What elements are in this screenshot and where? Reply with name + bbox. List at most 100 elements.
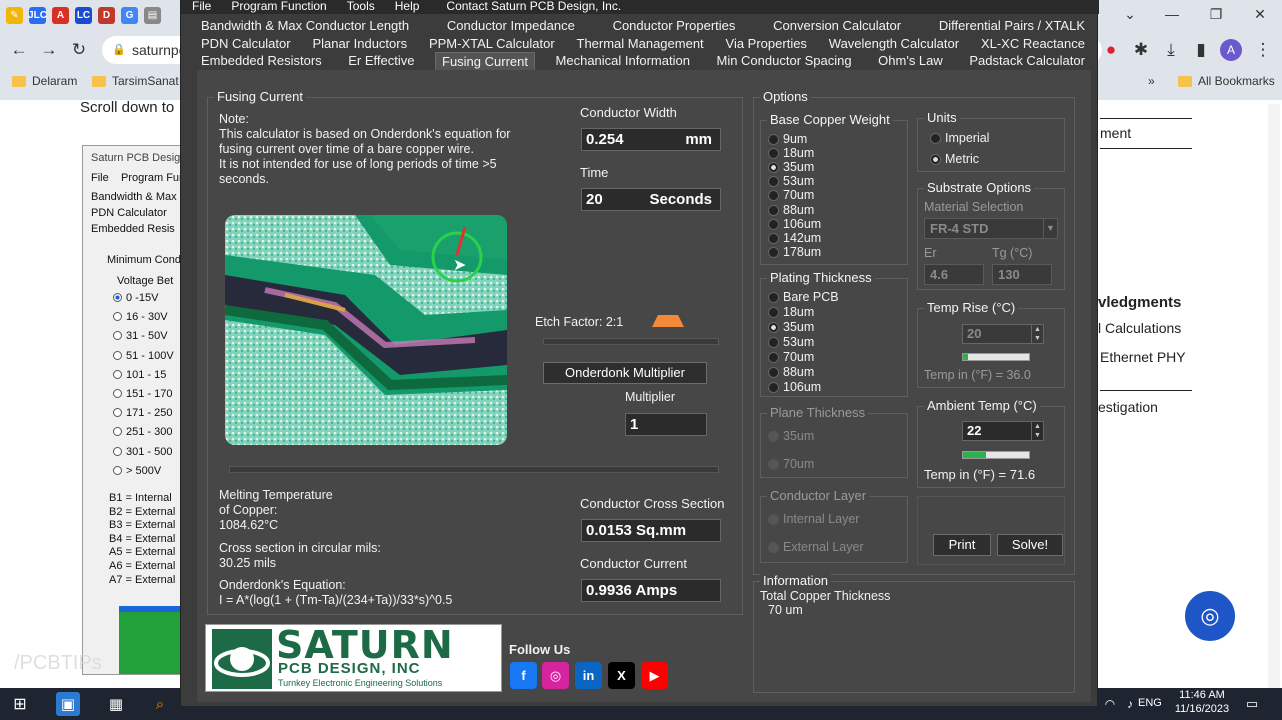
print-button[interactable]: Print xyxy=(933,534,991,556)
plating-radio-bare-pcb[interactable]: Bare PCB xyxy=(768,290,839,304)
tab-search-icon[interactable]: ⌄ xyxy=(1108,0,1152,28)
puzzle-icon[interactable]: ✱ xyxy=(1130,39,1152,61)
plane-70um-radio[interactable]: 70um xyxy=(768,457,814,471)
tab-planar-inductors[interactable]: Planar Inductors xyxy=(306,35,413,53)
menu-tools[interactable]: Tools xyxy=(336,0,384,14)
plating-radio-88um[interactable]: 88um xyxy=(768,365,814,379)
tab-xl-xc-reactance[interactable]: XL-XC Reactance xyxy=(975,35,1091,53)
favicon-tab[interactable]: JLC xyxy=(28,6,47,24)
clock-date[interactable]: 11/16/2023 xyxy=(1170,703,1234,715)
x-icon[interactable]: X xyxy=(608,662,635,689)
menu-contact[interactable]: Contact Saturn PCB Design, Inc. xyxy=(428,0,630,14)
base-copper-radio-178um[interactable]: 178um xyxy=(768,245,821,259)
restore-icon[interactable]: ❐ xyxy=(1194,0,1238,28)
sidepanel-icon[interactable]: ▮ xyxy=(1190,39,1212,61)
plating-radio-53um[interactable]: 53um xyxy=(768,335,814,349)
notification-icon[interactable]: ▭ xyxy=(1240,692,1264,716)
favicon-tab[interactable]: G xyxy=(121,6,138,24)
favicon-tab[interactable]: D xyxy=(98,6,115,24)
onderdonk-multiplier-button[interactable]: Onderdonk Multiplier xyxy=(543,362,707,384)
spinner-arrows-icon[interactable]: ▲ ▼ xyxy=(1031,422,1043,440)
right-item[interactable]: Ethernet PHY xyxy=(1100,349,1186,365)
base-copper-radio-70um[interactable]: 70um xyxy=(768,188,814,202)
time-input[interactable]: 20 Seconds xyxy=(581,188,721,211)
facebook-icon[interactable]: f xyxy=(510,662,537,689)
calculator-taskbar-icon[interactable]: ▦ xyxy=(104,692,128,716)
reload-icon[interactable]: ↻ xyxy=(68,39,90,61)
windows-start-icon[interactable]: ⊞ xyxy=(8,692,32,716)
favicon-tab[interactable]: ▤ xyxy=(144,6,161,24)
clock-time[interactable]: 11:46 AM xyxy=(1170,689,1234,701)
right-item[interactable]: l Calculations xyxy=(1098,320,1181,336)
tab-conductor-properties[interactable]: Conductor Properties xyxy=(607,17,742,35)
more-bookmarks-icon[interactable]: » xyxy=(1148,74,1155,88)
base-copper-radio-9um[interactable]: 9um xyxy=(768,132,807,146)
youtube-icon[interactable]: ▶ xyxy=(641,662,668,689)
material-select[interactable]: FR-4 STD ▼ xyxy=(924,218,1058,239)
tab-embedded-resistors[interactable]: Embedded Resistors xyxy=(195,52,328,70)
temp-rise-slider[interactable] xyxy=(962,353,1030,361)
right-item[interactable]: ment xyxy=(1100,125,1131,141)
menu-program-function[interactable]: Program Function xyxy=(220,0,335,14)
internal-layer-radio[interactable]: Internal Layer xyxy=(768,512,859,526)
er-input[interactable]: 4.6 xyxy=(924,264,984,285)
bookmark-item[interactable]: TarsimSanat xyxy=(92,74,179,88)
base-copper-radio-142um[interactable]: 142um xyxy=(768,231,821,245)
tab-ohm-s-law[interactable]: Ohm's Law xyxy=(872,52,949,70)
units-metric-radio[interactable]: Metric xyxy=(930,152,979,166)
page-scrollbar[interactable] xyxy=(1268,104,1280,688)
menu-help[interactable]: Help xyxy=(384,0,429,14)
plane-35um-radio[interactable]: 35um xyxy=(768,429,814,443)
tab-differential-pairs-xtalk[interactable]: Differential Pairs / XTALK xyxy=(933,17,1091,35)
tg-input[interactable]: 130 xyxy=(992,264,1052,285)
right-item[interactable]: estigation xyxy=(1098,399,1158,415)
favicon-tab[interactable]: LC xyxy=(75,6,92,24)
tab-fusing-current[interactable]: Fusing Current xyxy=(435,52,535,70)
language-indicator[interactable]: ENG xyxy=(1138,697,1162,709)
tab-pdn-calculator[interactable]: PDN Calculator xyxy=(195,35,297,53)
ambient-temp-spinner[interactable]: 22 ▲ ▼ xyxy=(962,421,1044,441)
ambient-temp-slider[interactable] xyxy=(962,451,1030,459)
plating-radio-35um[interactable]: 35um xyxy=(768,320,814,334)
tab-padstack-calculator[interactable]: Padstack Calculator xyxy=(963,52,1091,70)
tab-via-properties[interactable]: Via Properties xyxy=(720,35,813,53)
forward-icon[interactable]: → xyxy=(38,39,60,61)
external-layer-radio[interactable]: External Layer xyxy=(768,540,864,554)
plating-radio-18um[interactable]: 18um xyxy=(768,305,814,319)
saturn-logo[interactable]: SATURN PCB DESIGN, INC Turnkey Electroni… xyxy=(205,624,502,692)
tab-ppm-xtal-calculator[interactable]: PPM-XTAL Calculator xyxy=(423,35,561,53)
multiplier-input[interactable]: 1 xyxy=(625,413,707,436)
units-imperial-radio[interactable]: Imperial xyxy=(930,131,989,145)
plating-radio-106um[interactable]: 106um xyxy=(768,380,821,394)
tab-conversion-calculator[interactable]: Conversion Calculator xyxy=(767,17,907,35)
favicon-tab[interactable]: ✎ xyxy=(6,6,23,24)
tab-wavelength-calculator[interactable]: Wavelength Calculator xyxy=(823,35,965,53)
tab-er-effective[interactable]: Er Effective xyxy=(342,52,420,70)
favicon-tab[interactable]: A xyxy=(52,6,69,24)
tab-thermal-management[interactable]: Thermal Management xyxy=(571,35,710,53)
tab-bandwidth-max-conductor-length[interactable]: Bandwidth & Max Conductor Length xyxy=(195,17,415,35)
profile-avatar[interactable]: A xyxy=(1220,39,1242,61)
minimize-icon[interactable]: — xyxy=(1150,0,1194,28)
tab-conductor-impedance[interactable]: Conductor Impedance xyxy=(441,17,581,35)
extension-icon[interactable]: ● xyxy=(1100,39,1122,61)
bookmark-item[interactable]: Delaram xyxy=(12,74,77,88)
search-taskbar-icon[interactable]: ⌕ xyxy=(148,692,172,716)
plating-radio-70um[interactable]: 70um xyxy=(768,350,814,364)
back-icon[interactable]: ← xyxy=(8,39,30,61)
base-copper-radio-35um[interactable]: 35um xyxy=(768,160,814,174)
close-icon[interactable]: ✕ xyxy=(1238,0,1282,28)
menu-file[interactable]: File xyxy=(181,0,220,14)
instagram-icon[interactable]: ◎ xyxy=(542,662,569,689)
base-copper-radio-53um[interactable]: 53um xyxy=(768,174,814,188)
temp-rise-spinner[interactable]: 20 ▲ ▼ xyxy=(962,324,1044,344)
target-icon[interactable]: ◎ xyxy=(1182,588,1238,644)
tab-min-conductor-spacing[interactable]: Min Conductor Spacing xyxy=(710,52,857,70)
base-copper-radio-18um[interactable]: 18um xyxy=(768,146,814,160)
base-copper-radio-106um[interactable]: 106um xyxy=(768,217,821,231)
download-icon[interactable]: ⤓ xyxy=(1160,39,1182,61)
spinner-arrows-icon[interactable]: ▲ ▼ xyxy=(1031,325,1043,343)
conductor-width-input[interactable]: 0.254 mm xyxy=(581,128,721,151)
base-copper-radio-88um[interactable]: 88um xyxy=(768,203,814,217)
menu-icon[interactable]: ⋮ xyxy=(1252,39,1274,61)
